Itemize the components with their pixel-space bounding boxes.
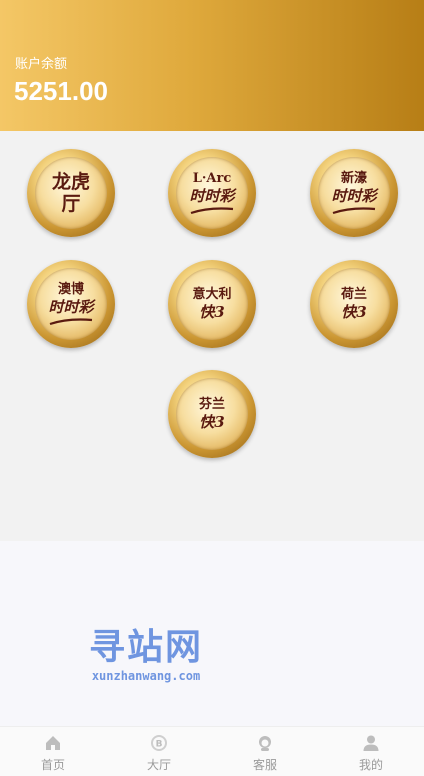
game-finland-k3[interactable]: 芬兰 快3 [168, 370, 256, 458]
game-title: 芬兰 [198, 397, 225, 412]
game-title: 澳博 [57, 282, 84, 297]
watermark-main: 寻站网 [88, 627, 203, 668]
game-subtitle: 时时彩 [189, 187, 235, 205]
game-subtitle: 时时彩 [331, 187, 377, 205]
user-icon [363, 735, 379, 751]
tab-label: 大厅 [146, 758, 171, 772]
home-icon [46, 736, 60, 750]
game-title: L·Arc [192, 171, 232, 186]
tab-service[interactable]: 客服 [212, 727, 318, 776]
game-italy-k3[interactable]: 意大利 快3 [168, 260, 256, 348]
swoosh-decoration [190, 207, 234, 215]
tab-hall[interactable]: B 大厅 [106, 727, 212, 776]
game-subtitle: 时时彩 [48, 298, 94, 316]
balance-amount: 5251.00 [14, 76, 108, 106]
svg-text:B: B [156, 740, 163, 750]
tab-label: 我的 [358, 758, 383, 772]
swoosh-decoration [49, 318, 93, 326]
game-grid: 龙虎 厅 L·Arc 时时彩 新濠 时时彩 澳博 时时彩 意大利 快3 荷兰 快… [0, 131, 424, 541]
game-subtitle: 快3 [199, 303, 225, 321]
tab-home[interactable]: 首页 [0, 727, 106, 776]
bottom-tabbar: 首页 B 大厅 客服 我的 [0, 726, 424, 776]
watermark-url: xunzhanwang.com [91, 669, 201, 683]
game-subtitle: 快3 [341, 303, 367, 321]
game-larc-ssc[interactable]: L·Arc 时时彩 [168, 149, 256, 237]
game-title: 意大利 [192, 287, 232, 302]
service-icon [259, 736, 271, 751]
tab-label: 首页 [40, 758, 65, 772]
swoosh-decoration [332, 207, 376, 215]
game-xinhao-ssc[interactable]: 新濠 时时彩 [310, 149, 398, 237]
tab-mine[interactable]: 我的 [318, 727, 424, 776]
game-title: 龙虎 [51, 171, 90, 193]
game-dragon-tiger-hall[interactable]: 龙虎 厅 [27, 149, 115, 237]
bitcoin-icon: B [151, 735, 167, 751]
game-aobo-ssc[interactable]: 澳博 时时彩 [27, 260, 115, 348]
game-title: 荷兰 [340, 287, 367, 302]
game-title: 新濠 [340, 171, 367, 186]
watermark: 寻站网 xunzhanwang.com [84, 627, 208, 683]
balance-label: 账户余额 [15, 57, 68, 72]
game-netherlands-k3[interactable]: 荷兰 快3 [310, 260, 398, 348]
game-subtitle: 快3 [199, 413, 225, 431]
account-header: 账户余额 5251.00 [0, 0, 424, 131]
game-subtitle: 厅 [61, 193, 81, 215]
tab-label: 客服 [252, 758, 277, 772]
